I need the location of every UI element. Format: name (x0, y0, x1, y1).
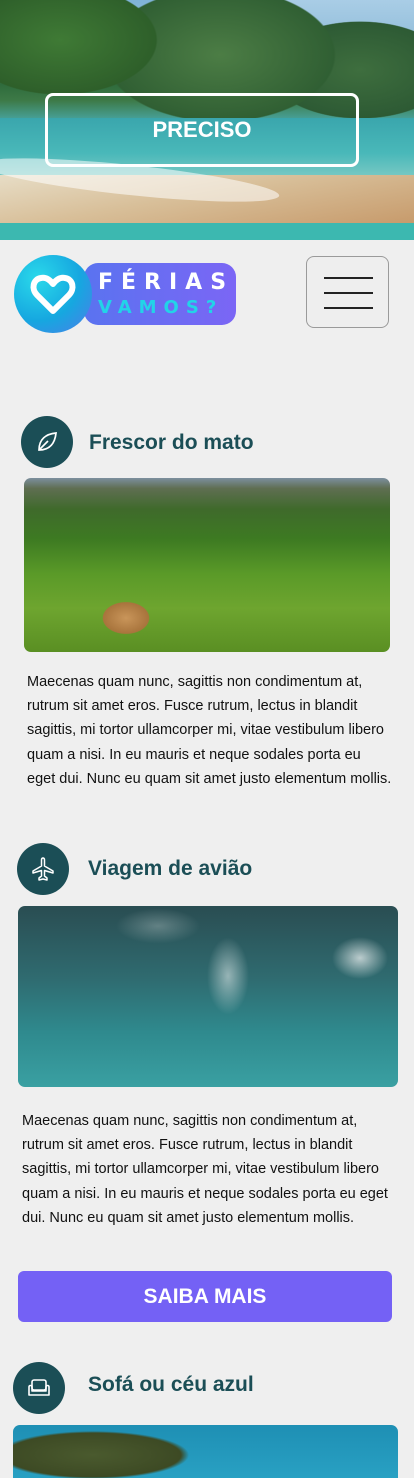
preciso-button[interactable]: PRECISO (45, 93, 359, 167)
section-title: Frescor do mato (89, 431, 254, 454)
section-title: Sofá ou céu azul (88, 1373, 254, 1396)
saiba-mais-button[interactable]: SAIBA MAIS (18, 1271, 392, 1322)
brand-title: FÉRIAS (98, 270, 235, 295)
section-text: Maecenas quam nunc, sagittis non condime… (22, 1113, 388, 1226)
section-title: Viagem de avião (88, 857, 253, 880)
menu-line (324, 307, 373, 309)
meadow-image (24, 478, 390, 652)
teal-divider (0, 223, 414, 240)
airplane-icon (17, 843, 69, 895)
sofa-icon (13, 1362, 65, 1414)
hamburger-menu-button[interactable] (306, 256, 389, 328)
sky-image (18, 906, 398, 1087)
heart-logo-icon (14, 255, 92, 333)
section-text: Maecenas quam nunc, sagittis non condime… (27, 674, 392, 787)
leaf-icon (21, 416, 73, 468)
brand-subtitle: VAMOS? (98, 297, 224, 318)
menu-line (324, 292, 373, 294)
hero-banner: PRECISO (0, 0, 414, 223)
palm-image (13, 1425, 398, 1478)
menu-line (324, 277, 373, 279)
brand-logo[interactable]: FÉRIAS VAMOS? (14, 255, 244, 335)
